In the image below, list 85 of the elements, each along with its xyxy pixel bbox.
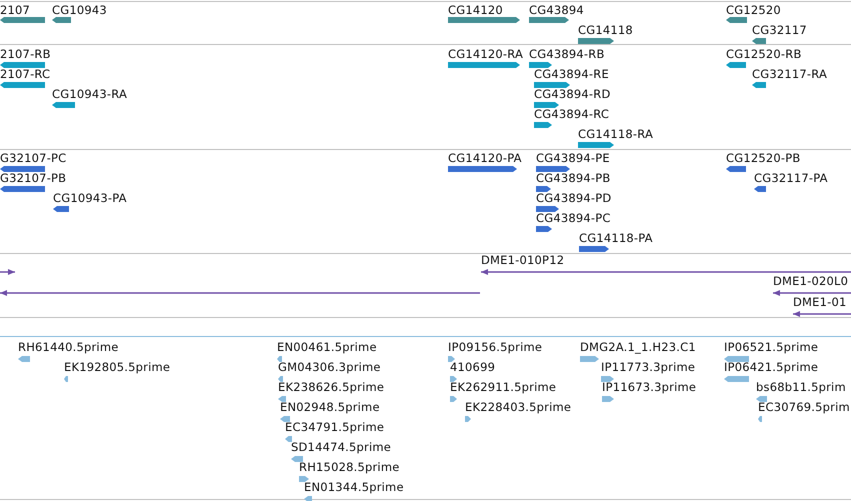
feature-label: G32107-PC [0,152,66,165]
feature-arrow-icon[interactable] [536,226,552,232]
feature-label: EK262911.5prime [450,381,556,394]
feature-label: CG14118-RA [578,128,654,141]
feature-arrow-icon[interactable] [0,62,45,68]
feature-label: RH61440.5prime [18,341,118,354]
feature-label: CG43894-PD [536,192,612,205]
feature-arrow-icon[interactable] [534,82,570,88]
feature-label: CG43894-RD [534,88,611,101]
feature-arrow-icon[interactable] [481,269,851,275]
feature-label: EN02948.5prime [280,401,380,414]
feature-label: IP06421.5prime [724,361,818,374]
feature-arrow-icon[interactable] [529,62,552,68]
feature-arrow-icon[interactable] [0,269,15,275]
feature-label: IP11673.3prime [602,381,696,394]
feature-arrow-icon[interactable] [534,102,559,108]
feature-arrow-icon[interactable] [534,122,552,128]
feature-label: EN00461.5prime [277,341,377,354]
feature-arrow-icon[interactable] [0,166,45,172]
feature-label: CG43894-RB [529,48,605,61]
feature-label: GM04306.3prime [278,361,381,374]
feature-label: CG43894-RE [534,68,609,81]
feature-label: CG32117 [752,24,807,37]
feature-arrow-icon[interactable] [448,166,517,172]
feature-label: CG32117-PA [754,172,828,185]
feature-label: DME1-01 [793,296,847,309]
feature-arrow-icon[interactable] [579,246,609,252]
feature-label: EN01344.5prime [304,481,404,494]
feature-label: CG43894 [529,4,584,17]
feature-label: 2107 [0,4,30,17]
feature-label: G32107-PB [0,172,66,185]
feature-label: EK192805.5prime [64,361,170,374]
feature-label: CG14118 [578,24,633,37]
feature-label: DME1-020L0 [773,275,848,288]
feature-label: CG12520-RB [726,48,802,61]
feature-arrow-icon[interactable] [773,290,851,296]
feature-arrow-icon[interactable] [536,186,551,192]
feature-arrow-icon[interactable] [0,17,45,23]
feature-arrow-icon[interactable] [53,206,69,212]
feature-arrow-icon[interactable] [536,206,559,212]
feature-label: CG12520 [726,4,781,17]
feature-label: DMG2A.1_1.H23.C1 [580,341,696,354]
feature-label: CG14120-PA [448,152,522,165]
feature-label: SD14474.5prime [291,441,392,454]
feature-label: CG10943 [52,4,107,17]
feature-label: DME1-010P12 [481,254,564,267]
feature-label: CG43894-RC [534,108,610,121]
feature-label: CG14120 [448,4,503,17]
feature-label: CG43894-PC [536,212,611,225]
feature-arrow-icon[interactable] [52,102,75,108]
feature-label: EC34791.5prime [285,421,384,434]
feature-label: 2107-RC [0,68,50,81]
feature-label: CG10943-RA [52,88,128,101]
feature-label: CG14120-RA [448,48,524,61]
feature-label: CG32117-RA [752,68,828,81]
feature-label: 2107-RB [0,48,51,61]
feature-arrow-icon[interactable] [529,17,569,23]
feature-arrow-icon[interactable] [536,166,570,172]
feature-label: IP11773.3prime [601,361,696,374]
feature-label: RH15028.5prime [299,461,400,474]
feature-arrow-icon[interactable] [578,38,614,44]
feature-label: CG14118-PA [579,232,653,245]
feature-label: CG43894-PB [536,172,610,185]
feature-arrow-icon[interactable] [752,38,766,44]
feature-arrow-icon[interactable] [52,17,71,23]
feature-label: IP09156.5prime [448,341,542,354]
feature-arrow-icon[interactable] [726,62,746,68]
feature-arrow-icon[interactable] [0,290,480,296]
feature-arrow-icon[interactable] [752,82,766,88]
feature-label: CG10943-PA [53,192,127,205]
feature-arrow-icon[interactable] [726,166,746,172]
feature-label: 410699 [450,361,496,374]
feature-arrow-icon[interactable] [0,82,45,88]
feature-label: EK238626.5prime [278,381,384,394]
feature-label: bs68b11.5prim [756,381,846,394]
feature-arrow-icon[interactable] [726,17,747,23]
feature-arrow-icon[interactable] [793,311,851,317]
feature-arrow-icon[interactable] [754,186,766,192]
feature-label: EK228403.5prime [465,401,572,414]
feature-label: EC30769.5prim [758,401,850,414]
feature-label: IP06521.5prime [724,341,818,354]
feature-arrow-icon[interactable] [0,186,45,192]
feature-label: CG43894-PE [536,152,610,165]
feature-label: CG12520-PB [726,152,800,165]
feature-arrow-icon[interactable] [578,142,614,148]
